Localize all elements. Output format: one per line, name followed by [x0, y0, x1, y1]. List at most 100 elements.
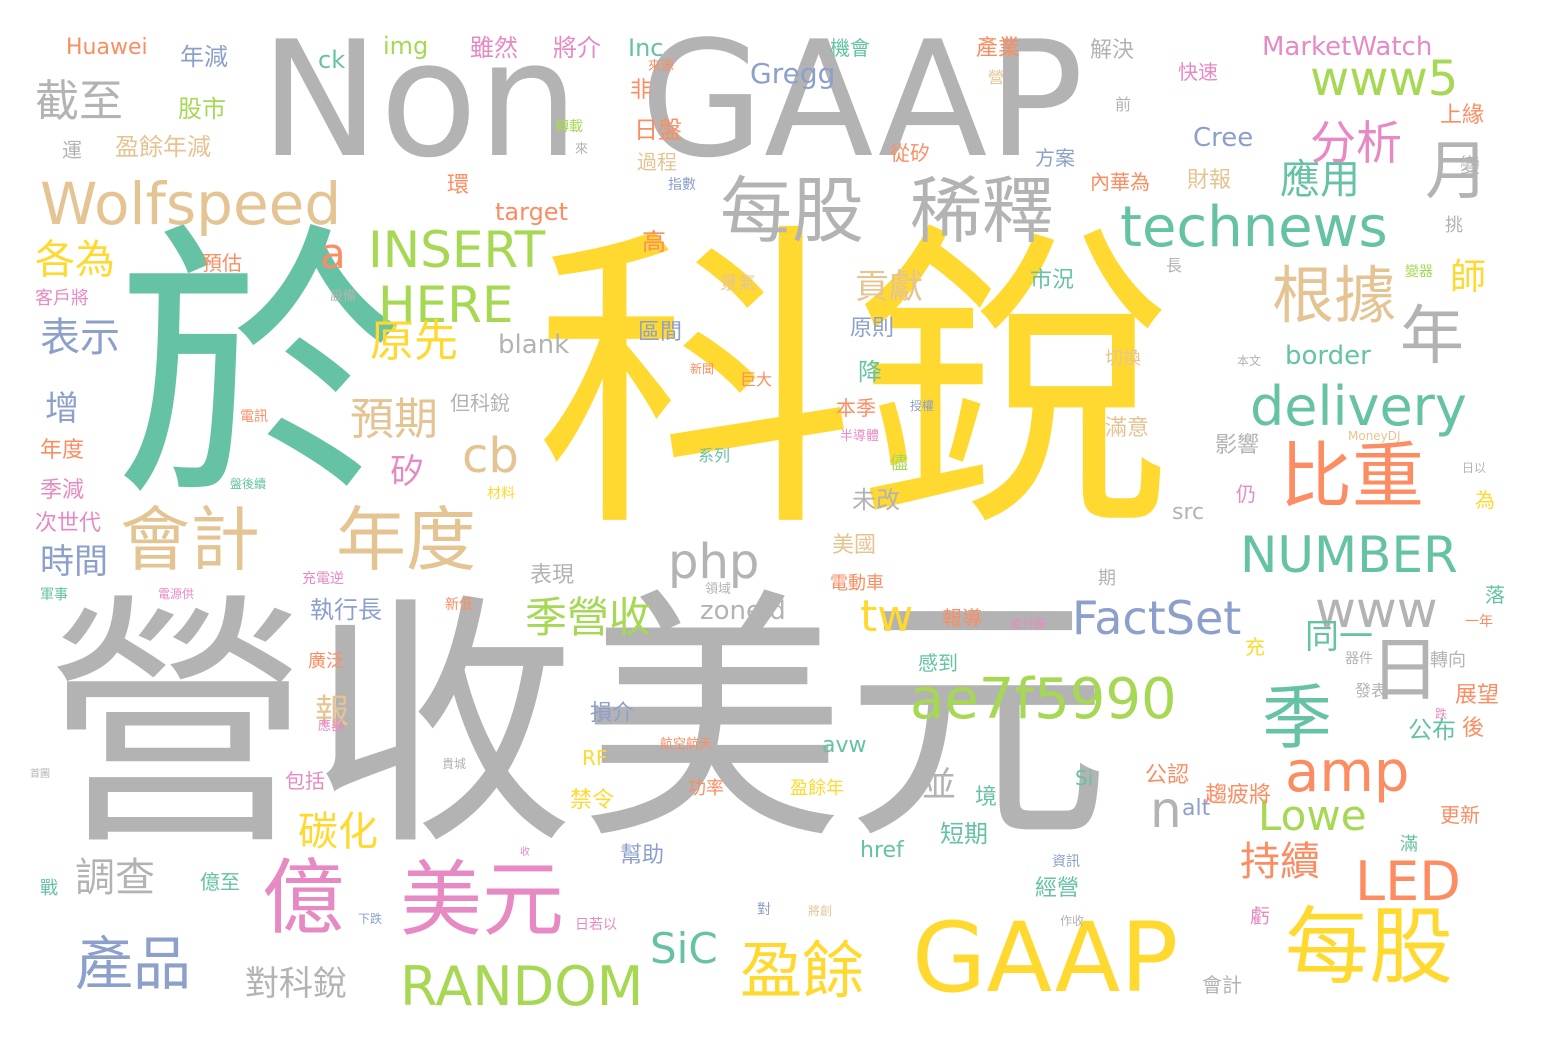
cloud-word: 盈餘年 — [790, 778, 844, 799]
cloud-word: 從矽 — [890, 141, 930, 165]
cloud-word: Lowe — [1258, 791, 1367, 840]
cloud-word: GAAP — [912, 902, 1179, 1014]
cloud-word: 資訊 — [1052, 854, 1080, 870]
cloud-word: 下跌 — [358, 912, 383, 926]
cloud-word: 長 — [1166, 256, 1183, 275]
cloud-word: 本季 — [836, 396, 876, 420]
cloud-word: img — [383, 32, 429, 60]
cloud-word: 盈餘年減 — [115, 133, 211, 161]
cloud-word: 時間 — [40, 542, 108, 582]
cloud-word: 充 — [1245, 635, 1265, 659]
cloud-word: 新低 — [445, 597, 473, 613]
cloud-word: 仍 — [1236, 482, 1256, 506]
cloud-word: 日若以 — [575, 917, 617, 933]
cloud-word: 首圖 — [30, 769, 50, 780]
cloud-word: 快速 — [1178, 60, 1218, 84]
cloud-word: 內華為 — [1090, 170, 1150, 194]
cloud-word: 轉載 — [555, 119, 583, 135]
cloud-word: 充電逆 — [302, 571, 344, 587]
cloud-word: avw — [822, 733, 867, 758]
cloud-word: src — [1172, 500, 1205, 525]
cloud-word: 電源供 — [158, 587, 195, 601]
cloud-word: 影響 — [1215, 433, 1260, 458]
cloud-word: 領域 — [705, 582, 732, 597]
cloud-word: 會計 — [120, 499, 260, 581]
cloud-word: 切換 — [1105, 348, 1141, 369]
cloud-word: 產業 — [976, 36, 1021, 61]
cloud-word: technews — [1120, 195, 1388, 260]
cloud-word: FactSet — [1072, 591, 1242, 645]
cloud-word: 儘 — [890, 453, 908, 474]
cloud-word: border — [1285, 341, 1371, 371]
cloud-word: 短期 — [940, 820, 988, 848]
cloud-word: 為 — [1475, 488, 1495, 512]
cloud-word: 股市 — [178, 95, 226, 123]
cloud-word: 非 — [630, 78, 653, 103]
cloud-word: 截至 — [35, 76, 123, 127]
cloud-word: 系列 — [698, 446, 731, 465]
cloud-word: 對 — [757, 902, 771, 918]
cloud-word: ck — [318, 46, 346, 74]
cloud-word: RANDOM — [400, 955, 644, 1018]
cloud-word: 預估 — [202, 251, 242, 275]
cloud-word: 損介 — [590, 701, 635, 726]
cloud-word: 產品 — [75, 930, 192, 998]
cloud-word: a — [320, 229, 346, 278]
cloud-word: 原則 — [850, 316, 895, 341]
cloud-word: 授權 — [910, 399, 935, 413]
cloud-word: 新聞 — [690, 362, 715, 376]
cloud-word: 表現 — [530, 563, 575, 588]
cloud-word: 航空航天 — [660, 737, 713, 752]
cloud-word: 對科銳 — [245, 964, 347, 1004]
cloud-word: 盈餘 — [740, 934, 865, 1007]
cloud-word: 年減 — [180, 43, 228, 71]
cloud-word: 設備 — [330, 289, 357, 304]
cloud-word: 每股 — [720, 169, 865, 253]
cloud-word: 落 — [1485, 583, 1505, 607]
cloud-word: 上緣 — [1440, 103, 1485, 128]
cloud-word: 年度 — [336, 499, 476, 581]
cloud-word: 根據 — [1272, 259, 1397, 332]
cloud-word: n — [1150, 781, 1182, 839]
cloud-word: 次世代 — [35, 511, 102, 536]
cloud-word: 日盤 — [634, 116, 682, 144]
cloud-word: 營 — [988, 68, 1005, 87]
cloud-word: 區間 — [638, 320, 683, 345]
cloud-word: zoneid — [700, 596, 786, 626]
cloud-word: tw — [860, 591, 914, 642]
cloud-word: 收 — [520, 847, 530, 858]
cloud-word: NUMBER — [1240, 526, 1458, 584]
cloud-word: 同一 — [1305, 617, 1373, 657]
cloud-word: 展望 — [1455, 683, 1500, 708]
cloud-word: 解決 — [1090, 38, 1135, 63]
cloud-word: 感到 — [918, 651, 958, 675]
cloud-word: 執行長 — [310, 596, 382, 624]
cloud-word: 過程 — [637, 150, 677, 174]
cloud-word: 禁令 — [570, 788, 615, 813]
cloud-word: 雖然 — [470, 34, 518, 62]
cloud-word: 廣泛 — [308, 651, 344, 672]
cloud-word: 市況 — [1030, 268, 1075, 293]
cloud-word: 轉向 — [1430, 650, 1466, 671]
cloud-word: 客戶將 — [35, 288, 89, 309]
cloud-word: 作收 — [1060, 914, 1085, 928]
cloud-word: cb — [462, 428, 519, 484]
cloud-word: 原先 — [370, 316, 458, 367]
cloud-word: 虧 — [1250, 904, 1270, 928]
cloud-word: 成分股 — [1010, 617, 1047, 631]
cloud-word: 財報 — [1187, 168, 1232, 193]
cloud-word: MoneyDJ — [1348, 429, 1401, 443]
cloud-word: 材料 — [487, 486, 515, 502]
cloud-word: 季減 — [40, 478, 85, 503]
cloud-word: 軍事 — [40, 587, 68, 603]
word-cloud: 科銳 營收 美元於 Non GAAP GAAP 每股 美元億每股 稀釋 比重 會計 年度季日年月根據 W… — [0, 0, 1548, 1052]
cloud-word: delivery — [1250, 375, 1467, 438]
cloud-word: 億 — [262, 851, 345, 946]
cloud-word: 滿 — [1400, 834, 1418, 855]
cloud-word: 但科銳 — [450, 391, 510, 415]
cloud-word: 降 — [858, 358, 882, 386]
cloud-word: 經營 — [1035, 876, 1080, 901]
cloud-word: href — [860, 838, 904, 863]
cloud-word: blank — [498, 330, 570, 360]
cloud-word: RF — [582, 746, 608, 770]
